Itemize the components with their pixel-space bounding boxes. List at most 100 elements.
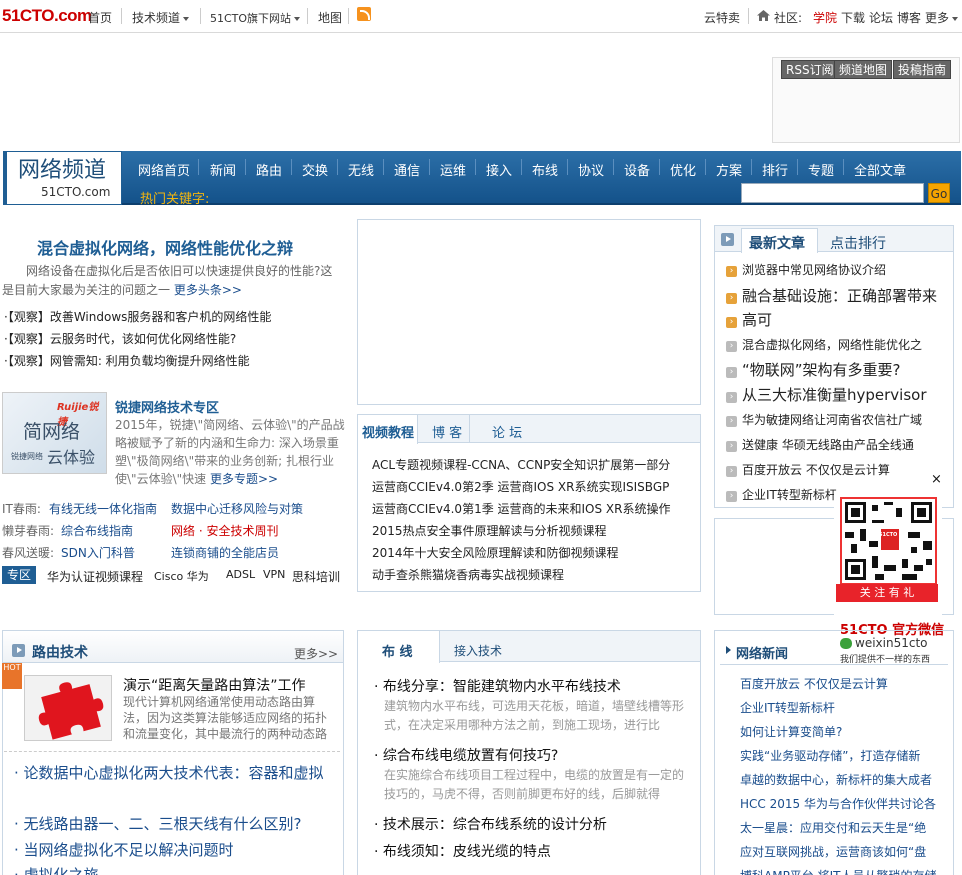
zone-link[interactable]: 华为认证视频课程 bbox=[47, 568, 143, 585]
latest-item[interactable]: › 从三大标准衡量hypervisor bbox=[726, 384, 927, 405]
community-blog-link[interactable]: 博客 bbox=[897, 9, 921, 26]
news-item[interactable]: 太一星晨：应用交付和云天生是“绝 bbox=[740, 819, 926, 836]
latest-item[interactable]: › 浏览器中常见网络协议介绍 bbox=[726, 261, 886, 278]
latest-item[interactable]: › 企业IT转型新标杆 bbox=[726, 486, 837, 503]
latest-item[interactable]: › 百度开放云 不仅仅是云计算 bbox=[726, 461, 890, 478]
channel-nav-item[interactable]: 路由 bbox=[256, 160, 282, 179]
nav-home[interactable]: 首页 bbox=[88, 9, 112, 26]
cabling-article-title[interactable]: · 综合布线电缆放置有何技巧? bbox=[374, 745, 558, 765]
spring-link[interactable]: SDN入门科普 bbox=[61, 544, 135, 561]
routing-more-link[interactable]: 更多>> bbox=[294, 645, 338, 662]
channel-nav-item[interactable]: 布线 bbox=[532, 160, 558, 179]
network-news-title[interactable]: 网络新闻 bbox=[736, 643, 788, 662]
ruijie-zone-title[interactable]: 锐捷网络技术专区 bbox=[115, 397, 219, 416]
community-academy-link[interactable]: 学院 bbox=[813, 9, 837, 26]
channel-nav-item[interactable]: 新闻 bbox=[210, 160, 236, 179]
ruijie-more-link[interactable]: 更多专题>> bbox=[210, 472, 278, 486]
routing-item[interactable]: · 论数据中心虚拟化两大技术代表：容器和虚拟 bbox=[14, 761, 340, 786]
video-course-item[interactable]: 动手查杀熊猫烧香病毒实战视频课程 bbox=[372, 566, 564, 583]
channel-nav-item[interactable]: 协议 bbox=[578, 160, 604, 179]
tab-latest[interactable]: 最新文章 bbox=[749, 233, 805, 253]
rss-icon[interactable] bbox=[357, 7, 371, 21]
news-item[interactable]: 博科AMP平台 将IT人员从繁琐的存储 bbox=[740, 867, 936, 875]
channel-map-button[interactable]: 频道地图 bbox=[834, 60, 893, 79]
video-course-item[interactable]: ACL专题视频课程-CCNA、CCNP安全知识扩展第一部分 bbox=[372, 456, 670, 473]
news-item[interactable]: 卓越的数据中心，新标杆的集大成者 bbox=[740, 771, 932, 788]
tab-forum[interactable]: 论 坛 bbox=[492, 422, 522, 441]
headline-bullet[interactable]: ·【观察】网管需知: 利用负载均衡提升网络性能 bbox=[4, 352, 250, 369]
channel-nav-item[interactable]: 全部文章 bbox=[854, 160, 906, 179]
channel-nav-item[interactable]: 无线 bbox=[348, 160, 374, 179]
channel-nav-item[interactable]: 通信 bbox=[394, 160, 420, 179]
video-course-item[interactable]: 2014年十大安全风险原理解读和防御视频课程 bbox=[372, 544, 619, 561]
video-course-item[interactable]: 运营商CCIEv4.0第2季 运营商IOS XR系统实现ISISBGP bbox=[372, 478, 669, 495]
tab-blog[interactable]: 博 客 bbox=[432, 422, 462, 441]
zone-link[interactable]: ADSL bbox=[226, 568, 255, 581]
tab-top-clicks[interactable]: 点击排行 bbox=[830, 233, 886, 253]
news-item[interactable]: 应对互联网挑战，运营商该如何“盘 bbox=[740, 843, 926, 860]
headline-title[interactable]: 混合虚拟化网络，网络性能优化之辩 bbox=[37, 235, 293, 259]
spring-link[interactable]: 连锁商铺的全能店员 bbox=[171, 544, 279, 561]
routing-item[interactable]: · 当网络虚拟化不足以解决问题时 bbox=[14, 839, 234, 860]
spring-link[interactable]: 综合布线指南 bbox=[61, 522, 133, 539]
cabling-article-title[interactable]: · 技术展示：综合布线系统的设计分析 bbox=[374, 814, 607, 834]
tab-access-tech[interactable]: 接入技术 bbox=[454, 642, 502, 659]
nav-tech-channels[interactable]: 技术频道 bbox=[132, 9, 190, 26]
routing-item[interactable]: · 虚拟化之旅 bbox=[14, 864, 99, 875]
news-item[interactable]: 百度开放云 不仅仅是云计算 bbox=[740, 675, 888, 692]
video-course-item[interactable]: 2015热点安全事件原理解读与分析视频课程 bbox=[372, 522, 607, 539]
headline-bullet[interactable]: ·【观察】云服务时代，该如何优化网络性能? bbox=[4, 330, 236, 347]
channel-nav-item[interactable]: 优化 bbox=[670, 160, 696, 179]
news-item[interactable]: HCC 2015 华为与合作伙伴共讨论各 bbox=[740, 795, 936, 812]
community-download-link[interactable]: 下载 bbox=[841, 9, 865, 26]
nav-sister-sites[interactable]: 51CTO旗下网站 bbox=[210, 10, 301, 26]
headline-bullet[interactable]: ·【观察】改善Windows服务器和客户机的网络性能 bbox=[4, 308, 271, 325]
routing-feature-title[interactable]: 演示“距离矢量路由算法”工作 bbox=[123, 675, 306, 695]
tab-cabling[interactable]: 布 线 bbox=[382, 641, 413, 660]
cabling-article-title[interactable]: · 布线须知：皮线光缆的特点 bbox=[374, 841, 551, 861]
news-item[interactable]: 企业IT转型新标杆 bbox=[740, 699, 835, 716]
channel-nav-item[interactable]: 接入 bbox=[486, 160, 512, 179]
community-forum-link[interactable]: 论坛 bbox=[869, 9, 893, 26]
news-item[interactable]: 如何让计算变简单? bbox=[740, 723, 842, 740]
channel-nav-item[interactable]: 方案 bbox=[716, 160, 742, 179]
channel-nav-item[interactable]: 排行 bbox=[762, 160, 788, 179]
spring-link[interactable]: 数据中心迁移风险与对策 bbox=[171, 500, 303, 517]
search-input[interactable] bbox=[741, 183, 924, 203]
latest-item[interactable]: › 高可 bbox=[726, 309, 772, 330]
cloud-sale-link[interactable]: 云特卖 bbox=[704, 9, 740, 26]
site-logo[interactable]: 51CTO.com bbox=[2, 6, 92, 26]
ruijie-promo-image[interactable]: Ruijie锐捷 简网络 云体验 锐捷网络 bbox=[2, 392, 107, 474]
channel-nav-item[interactable]: 交换 bbox=[302, 160, 328, 179]
close-icon[interactable]: × bbox=[931, 472, 942, 487]
latest-item[interactable]: › “物联网”架构有多重要? bbox=[726, 359, 901, 380]
news-item[interactable]: 实践“业务驱动存储”，打造存储新 bbox=[740, 747, 920, 764]
zone-link[interactable]: 思科培训 bbox=[292, 568, 340, 585]
focus-image-box[interactable] bbox=[357, 219, 701, 405]
puzzle-image[interactable] bbox=[24, 675, 112, 741]
latest-item[interactable]: › 送健康 华硕无线路由产品全线通 bbox=[726, 436, 914, 453]
rss-subscribe-button[interactable]: RSS订阅 bbox=[781, 60, 839, 79]
channel-nav-item[interactable]: 运维 bbox=[440, 160, 466, 179]
spring-link[interactable]: 网络 · 安全技术周刊 bbox=[171, 522, 278, 539]
spring-link[interactable]: 有线无线一体化指南 bbox=[49, 500, 157, 517]
submit-guide-button[interactable]: 投稿指南 bbox=[893, 60, 952, 79]
cabling-article-title[interactable]: · 布线分享：智能建筑物内水平布线技术 bbox=[374, 676, 621, 696]
latest-item[interactable]: › 融合基础设施：正确部署带来 bbox=[726, 285, 937, 306]
zone-link[interactable]: Cisco 华为 bbox=[154, 568, 209, 584]
headline-more-link[interactable]: 更多头条>> bbox=[174, 283, 242, 297]
video-course-item[interactable]: 运营商CCIEv4.0第1季 运营商的未来和IOS XR系统操作 bbox=[372, 500, 671, 517]
routing-item[interactable]: · 无线路由器一、二、三根天线有什么区别? bbox=[14, 813, 302, 834]
channel-nav-item[interactable]: 网络首页 bbox=[138, 160, 190, 179]
nav-map[interactable]: 地图 bbox=[318, 9, 342, 26]
latest-item[interactable]: › 华为敏捷网络让河南省农信社广域 bbox=[726, 411, 922, 428]
latest-item[interactable]: › 混合虚拟化网络，网络性能优化之 bbox=[726, 336, 922, 353]
search-go-button[interactable]: Go bbox=[928, 183, 950, 203]
zone-link[interactable]: VPN bbox=[263, 568, 285, 581]
follow-button[interactable]: 关 注 有 礼 bbox=[836, 584, 938, 602]
community-more-link[interactable]: 更多 bbox=[925, 9, 959, 26]
tab-video[interactable]: 视频教程 bbox=[362, 422, 414, 441]
channel-nav-item[interactable]: 专题 bbox=[808, 160, 834, 179]
channel-nav-item[interactable]: 设备 bbox=[624, 160, 650, 179]
routing-title[interactable]: 路由技术 bbox=[32, 642, 88, 662]
